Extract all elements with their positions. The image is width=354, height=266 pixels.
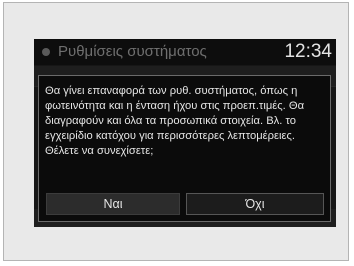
page-title: Ρυθμίσεις συστήματος [58, 43, 207, 60]
clock: 12:34 [284, 41, 332, 62]
dialog-message: Θα γίνει επαναφορά των ρυθ. συστήματος, … [45, 85, 305, 157]
display-screen: Ρυθμίσεις συστήματος 12:34 Θα γίνει επαν… [34, 39, 336, 227]
yes-button[interactable]: Ναι [46, 193, 180, 215]
confirm-dialog: Θα γίνει επαναφορά των ρυθ. συστήματος, … [38, 75, 331, 222]
screenshot-frame: Ρυθμίσεις συστήματος 12:34 Θα γίνει επαν… [3, 2, 349, 261]
settings-dot-icon [42, 48, 50, 56]
no-button[interactable]: Όχι [186, 193, 324, 215]
header-bar: Ρυθμίσεις συστήματος 12:34 [34, 39, 336, 65]
